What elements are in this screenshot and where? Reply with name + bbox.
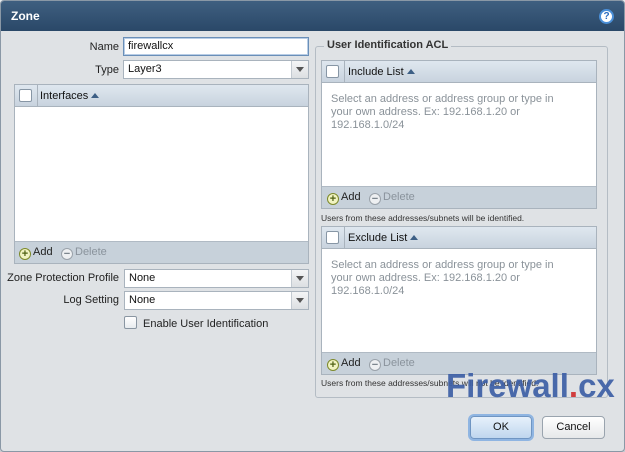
add-icon: + bbox=[19, 248, 31, 260]
exclude-list-grid: Exclude List Select an address or addres… bbox=[321, 226, 597, 375]
delete-icon: − bbox=[369, 359, 381, 371]
delete-label: Delete bbox=[75, 246, 107, 258]
zone-protection-profile-select[interactable]: None bbox=[124, 269, 309, 288]
name-field[interactable]: firewallcx bbox=[123, 37, 309, 56]
type-select[interactable]: Layer3 bbox=[123, 60, 309, 79]
zone-protection-profile-label: Zone Protection Profile bbox=[7, 272, 119, 284]
select-all-exclude-checkbox[interactable] bbox=[326, 231, 339, 244]
interfaces-grid-footer: + Add − Delete bbox=[15, 241, 308, 263]
add-label: Add bbox=[341, 191, 361, 203]
user-identification-acl-legend: User Identification ACL bbox=[324, 39, 452, 51]
ok-button[interactable]: OK bbox=[470, 416, 532, 439]
add-icon: + bbox=[327, 193, 339, 205]
include-delete-button[interactable]: − Delete bbox=[369, 191, 415, 205]
sort-ascending-icon bbox=[406, 69, 415, 74]
watermark-dot: . bbox=[568, 367, 579, 404]
delete-icon: − bbox=[61, 248, 73, 260]
cancel-button[interactable]: Cancel bbox=[542, 416, 605, 439]
delete-icon: − bbox=[369, 193, 381, 205]
interfaces-grid-header: Interfaces bbox=[15, 85, 308, 107]
add-icon: + bbox=[327, 359, 339, 371]
delete-label: Delete bbox=[383, 191, 415, 203]
help-icon[interactable]: ? bbox=[599, 9, 614, 24]
column-separator bbox=[344, 61, 345, 82]
dialog-title: Zone bbox=[11, 9, 40, 23]
column-separator bbox=[344, 227, 345, 248]
interfaces-add-button[interactable]: + Add bbox=[19, 246, 53, 260]
add-label: Add bbox=[341, 357, 361, 369]
delete-label: Delete bbox=[383, 357, 415, 369]
include-list-placeholder[interactable]: Select an address or address group or ty… bbox=[331, 93, 576, 132]
chevron-down-icon[interactable] bbox=[291, 292, 308, 309]
name-label: Name bbox=[89, 41, 119, 53]
interfaces-column-label: Interfaces bbox=[40, 90, 89, 102]
log-setting-select[interactable]: None bbox=[124, 291, 309, 310]
interfaces-column-header[interactable]: Interfaces bbox=[40, 90, 100, 102]
interfaces-grid: Interfaces + Add − Delete bbox=[14, 84, 309, 264]
exclude-list-placeholder[interactable]: Select an address or address group or ty… bbox=[331, 259, 576, 298]
enable-user-identification-checkbox[interactable] bbox=[124, 316, 137, 329]
type-select-value: Layer3 bbox=[128, 63, 162, 75]
select-all-include-checkbox[interactable] bbox=[326, 65, 339, 78]
include-add-button[interactable]: + Add bbox=[327, 191, 361, 205]
sort-ascending-icon bbox=[91, 93, 100, 98]
firewall-cx-watermark-logo: Firewall.cx bbox=[446, 367, 615, 405]
include-list-label: Include List bbox=[348, 66, 404, 78]
include-list-header: Include List bbox=[322, 61, 596, 83]
dialog-titlebar: Zone ? bbox=[1, 1, 624, 31]
column-separator bbox=[37, 85, 38, 106]
interfaces-delete-button[interactable]: − Delete bbox=[61, 246, 107, 260]
exclude-delete-button[interactable]: − Delete bbox=[369, 357, 415, 371]
sort-ascending-icon bbox=[410, 235, 419, 240]
chevron-down-icon[interactable] bbox=[291, 61, 308, 78]
watermark-text: Firewall bbox=[446, 367, 569, 404]
exclude-add-button[interactable]: + Add bbox=[327, 357, 361, 371]
include-list-footer: + Add − Delete bbox=[322, 186, 596, 208]
enable-user-identification-label: Enable User Identification bbox=[143, 318, 269, 330]
log-setting-value: None bbox=[129, 294, 156, 306]
exclude-list-column-header[interactable]: Exclude List bbox=[348, 232, 419, 244]
add-label: Add bbox=[33, 246, 53, 258]
select-all-interfaces-checkbox[interactable] bbox=[19, 89, 32, 102]
include-list-column-header[interactable]: Include List bbox=[348, 66, 415, 78]
log-setting-label: Log Setting bbox=[63, 294, 119, 306]
exclude-list-header: Exclude List bbox=[322, 227, 596, 249]
include-list-grid: Include List Select an address or addres… bbox=[321, 60, 597, 209]
exclude-list-label: Exclude List bbox=[348, 232, 408, 244]
watermark-suffix: cx bbox=[578, 367, 615, 404]
type-label: Type bbox=[95, 64, 119, 76]
zone-protection-profile-value: None bbox=[129, 272, 156, 284]
zone-dialog: Zone ? Name firewallcx Type Layer3 Inter… bbox=[0, 0, 625, 452]
include-list-note: Users from these addresses/subnets will … bbox=[321, 213, 525, 223]
chevron-down-icon[interactable] bbox=[291, 270, 308, 287]
